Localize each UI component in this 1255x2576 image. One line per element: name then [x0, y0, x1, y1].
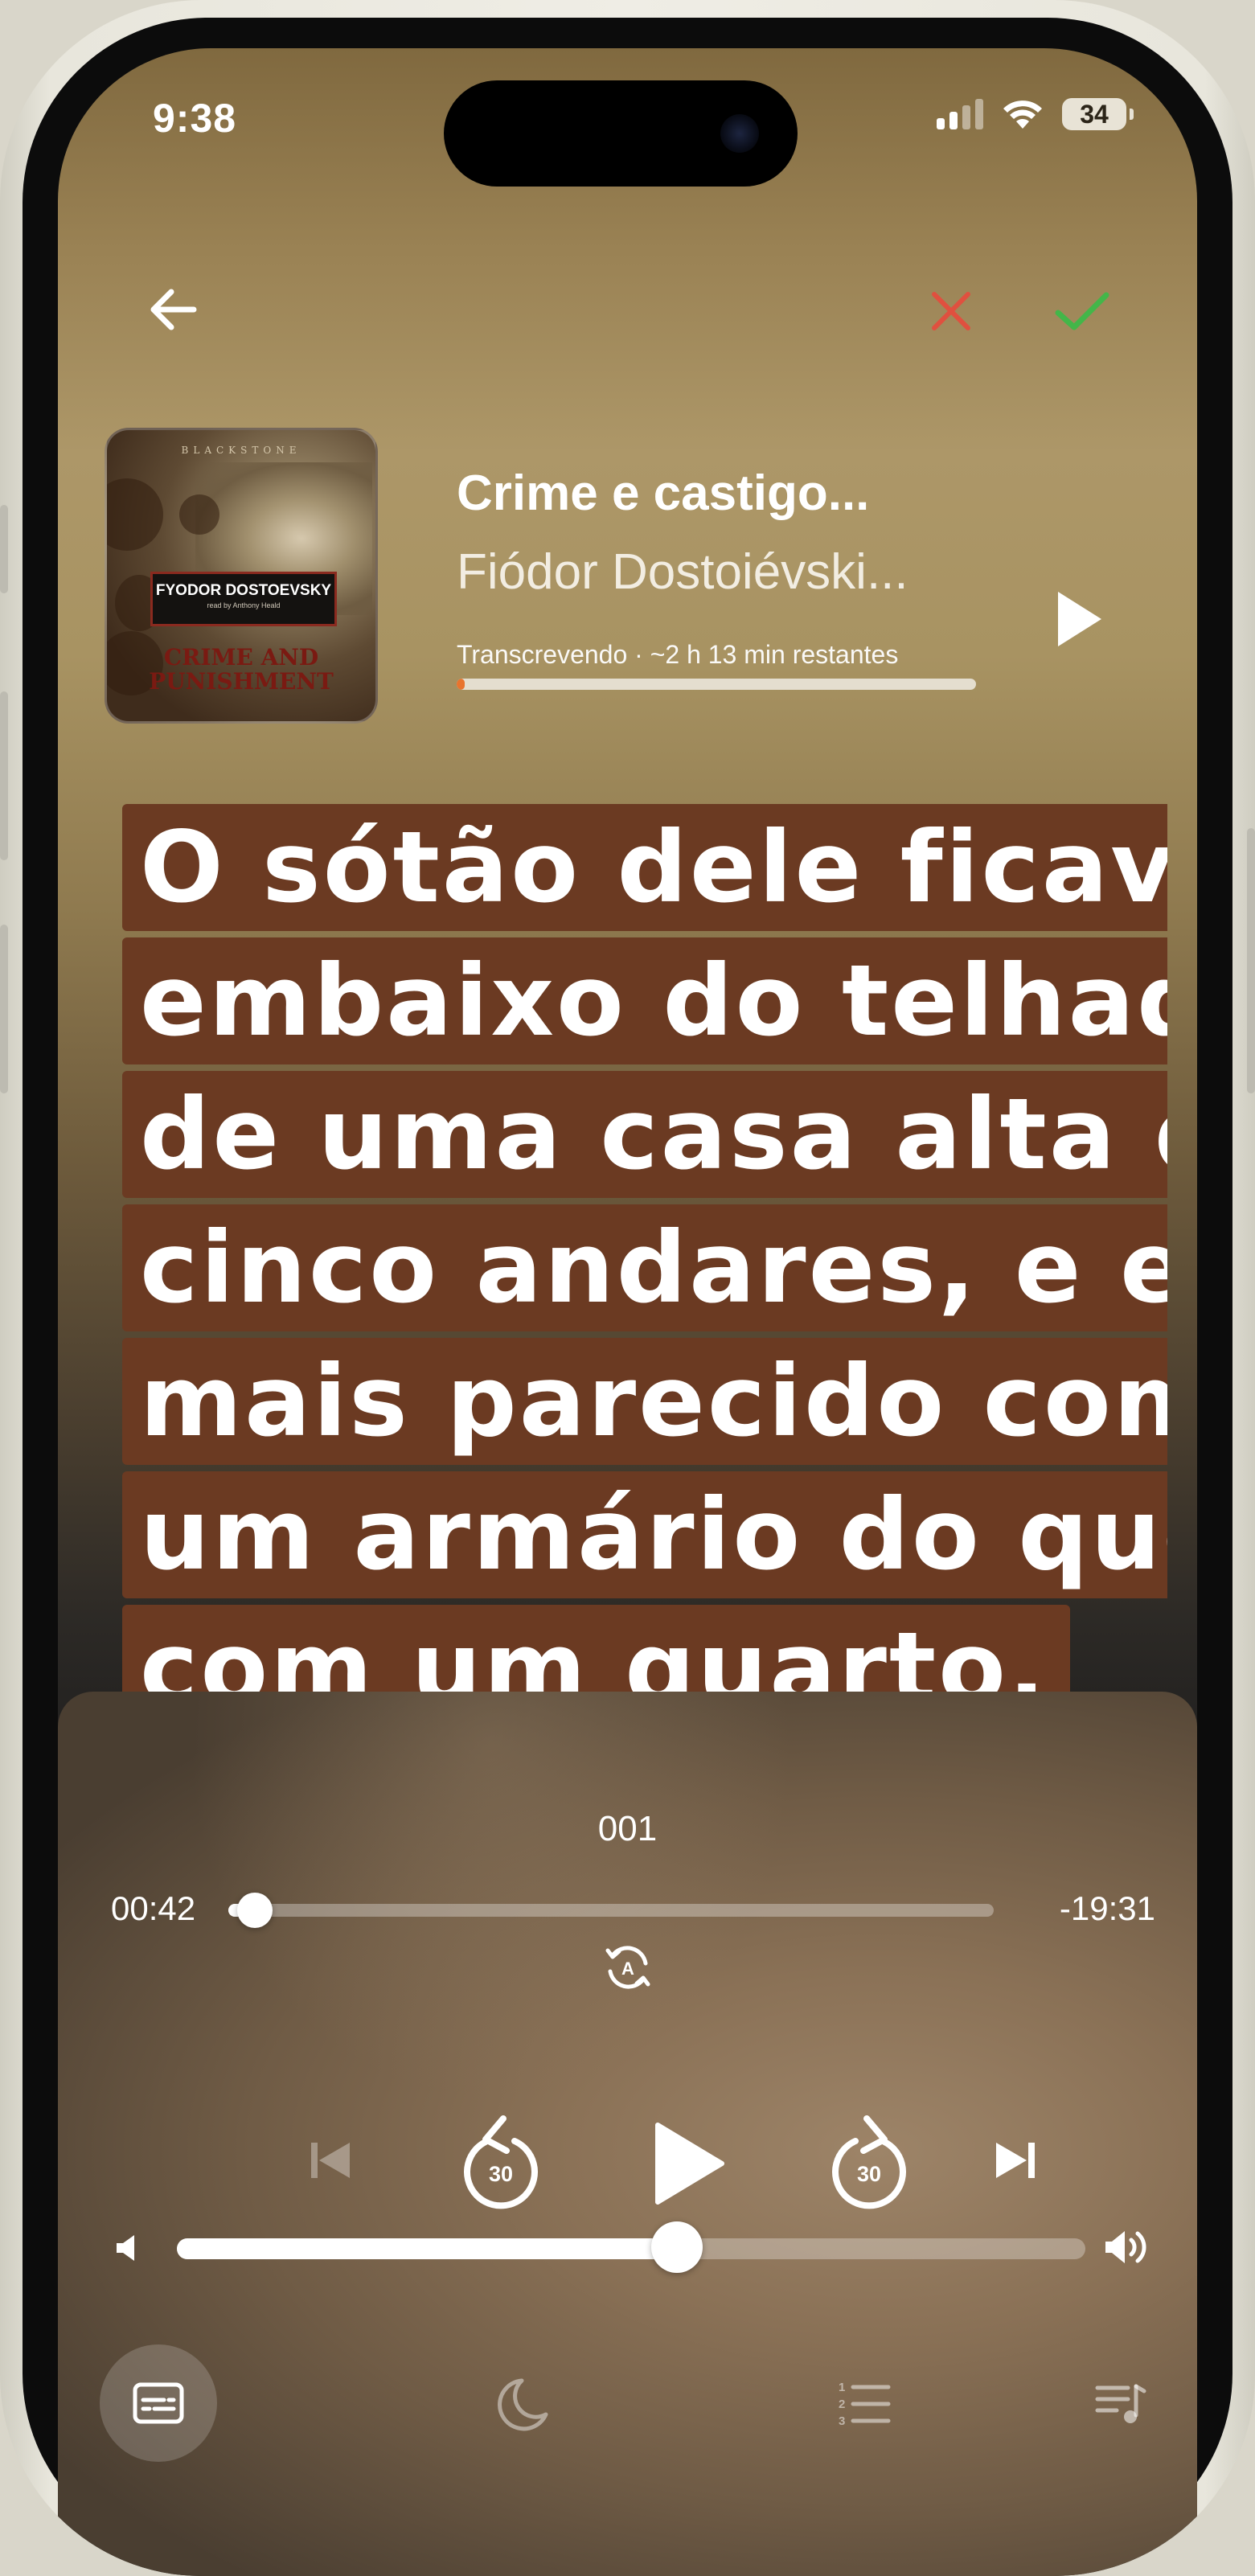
cover-title: CRIME AND PUNISHMENT: [107, 646, 375, 694]
transcription-progress-fill: [457, 679, 465, 690]
previous-track-icon: [311, 2143, 350, 2178]
transcription-progress-bar: [457, 679, 976, 690]
cover-title-line: CRIME AND: [163, 644, 319, 671]
moon-icon: [498, 2378, 548, 2431]
transcription-status: Transcrevendo · ~2 h 13 min restantes: [457, 640, 899, 669]
volume-handle[interactable]: [650, 2221, 703, 2273]
forward-button[interactable]: 30: [809, 2102, 929, 2222]
phone-frame: 9:38 34 BLACKSTONE FYODOR DOSTOEVSKY rea…: [0, 0, 1255, 2576]
forward-30-icon: 30: [832, 2115, 906, 2209]
chapters-button[interactable]: 1 2 3: [823, 2364, 904, 2444]
play-button[interactable]: [625, 2095, 754, 2232]
next-track-button[interactable]: [971, 2116, 1060, 2205]
volume-slider-fill: [177, 2238, 677, 2259]
book-play-button[interactable]: [1044, 579, 1116, 659]
power-button: [1247, 828, 1255, 1093]
auto-rotate-icon: A: [605, 1946, 650, 1989]
seek-bar[interactable]: [228, 1893, 994, 1928]
play-icon: [655, 2123, 724, 2205]
status-indicators: 34: [937, 98, 1134, 130]
dynamic-island: [444, 80, 798, 187]
previous-track-button[interactable]: [286, 2116, 375, 2205]
volume-down-button: [0, 925, 8, 1093]
cover-author-box: FYODOR DOSTOEVSKY read by Anthony Heald: [150, 572, 337, 626]
rewind-button[interactable]: 30: [441, 2102, 561, 2222]
front-camera: [720, 114, 759, 153]
transcript-view[interactable]: O sótão dele ficava embaixo do telhado d…: [122, 804, 1167, 1745]
svg-text:A: A: [621, 1959, 634, 1979]
cover-texture: [107, 478, 163, 551]
x-icon: [932, 292, 970, 330]
check-icon: [1055, 292, 1109, 330]
back-button[interactable]: [137, 273, 209, 346]
app-screen: 9:38 34 BLACKSTONE FYODOR DOSTOEVSKY rea…: [58, 48, 1197, 2576]
sleep-timer-button[interactable]: [484, 2364, 564, 2444]
cover-publisher: BLACKSTONE: [181, 445, 301, 456]
cover-author: FYODOR DOSTOEVSKY: [155, 582, 332, 599]
cellular-signal-icon: [937, 99, 983, 129]
forward-seconds: 30: [857, 2162, 881, 2186]
rewind-seconds: 30: [489, 2162, 513, 2186]
svg-text:3: 3: [839, 2414, 845, 2428]
transcript-line: cinco andares, e era: [122, 1204, 1167, 1331]
transcript-line: mais parecido com: [122, 1338, 1167, 1465]
arrow-left-icon: [150, 289, 197, 330]
book-cover[interactable]: BLACKSTONE FYODOR DOSTOEVSKY read by Ant…: [105, 428, 378, 724]
status-time: 9:38: [153, 96, 237, 141]
numbered-list-icon: 1 2 3: [839, 2381, 891, 2428]
book-author: Fiódor Dostoiévski...: [457, 544, 908, 600]
transcript-line: de uma casa alta de: [122, 1071, 1167, 1198]
action-button: [0, 505, 8, 593]
cover-title-line: PUNISHMENT: [149, 668, 334, 695]
subtitles-icon: [133, 2382, 184, 2424]
cover-reader: read by Anthony Heald: [207, 601, 281, 609]
wifi-icon: [1003, 100, 1042, 129]
elapsed-time: 00:42: [111, 1889, 196, 1927]
playlist-icon: [1095, 2384, 1146, 2423]
rewind-30-icon: 30: [464, 2115, 538, 2209]
volume-slider[interactable]: [177, 2221, 1085, 2273]
volume-low-button[interactable]: [103, 2224, 151, 2272]
subtitles-button[interactable]: [100, 2344, 217, 2462]
svg-text:1: 1: [839, 2381, 845, 2394]
svg-text:2: 2: [839, 2398, 845, 2411]
auto-mode-button[interactable]: A: [592, 1931, 664, 2004]
transcript-line: um armário do que: [122, 1471, 1167, 1598]
player-panel: 001 00:42 -19:31 A 30 30 1 2 3: [58, 1692, 1197, 2576]
reject-button[interactable]: [915, 275, 987, 347]
next-track-icon: [996, 2143, 1035, 2178]
play-icon: [1058, 592, 1101, 646]
transcript-line: embaixo do telhado: [122, 937, 1167, 1064]
transcript-line: O sótão dele ficava: [122, 804, 1167, 931]
battery-indicator: 34: [1062, 98, 1134, 130]
seek-handle[interactable]: [237, 1893, 273, 1928]
remaining-time: -19:31: [1059, 1889, 1155, 1927]
book-title: Crime e castigo...: [457, 466, 870, 521]
volume-up-button: [0, 691, 8, 860]
cover-texture: [179, 494, 219, 535]
track-name: 001: [597, 1809, 658, 1848]
accept-button[interactable]: [1044, 275, 1121, 347]
queue-button[interactable]: [1081, 2364, 1161, 2444]
speaker-high-icon: [1105, 2231, 1146, 2263]
speaker-low-icon: [117, 2235, 134, 2261]
volume-high-button[interactable]: [1097, 2219, 1158, 2275]
